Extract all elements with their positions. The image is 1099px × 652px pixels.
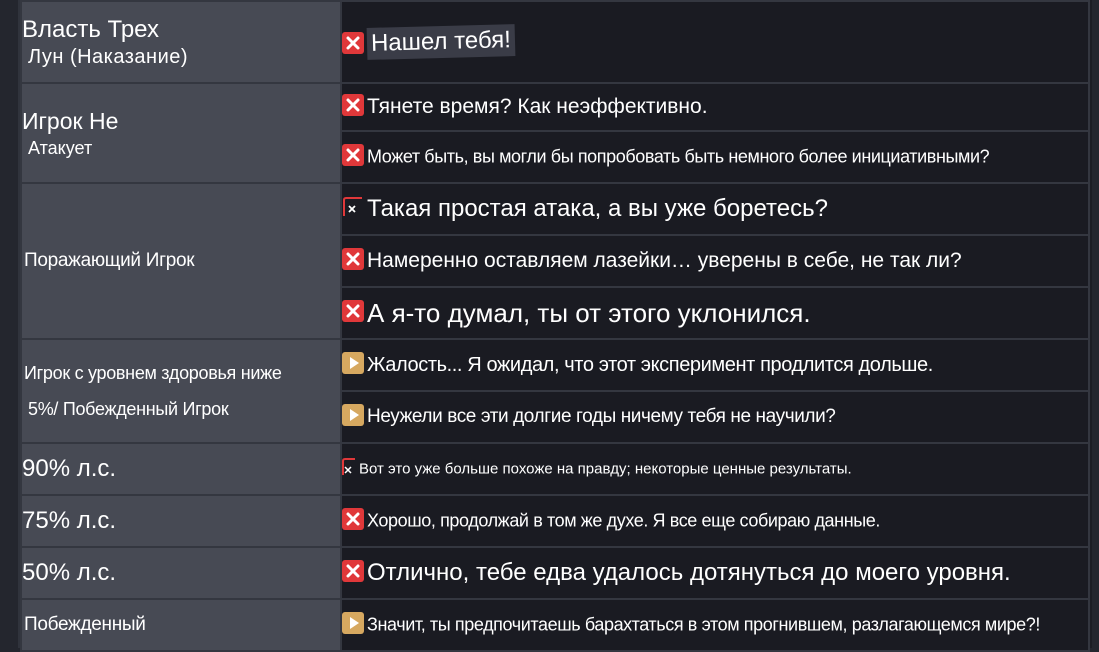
- play-icon: [343, 352, 364, 374]
- row-label: Власть Трех Лун (Наказание): [20, 0, 342, 84]
- row-label: Поражающий Игрок: [20, 182, 342, 340]
- table-row: 50% л.с. Отлично, тебе едва удалось дотя…: [20, 546, 1090, 600]
- voice-line-text: А я-то думал, ты от этого уклонился.: [367, 297, 811, 328]
- voice-line-text: Значит, ты предпочитаешь барахтаться в э…: [367, 614, 1040, 635]
- row-label: Игрок с уровнем здоровья ниже 5%/ Побежд…: [20, 338, 342, 444]
- row-label-text: 5%/ Побежденный Игрок: [28, 399, 229, 419]
- table-row: Побежденный Значит, ты предпочитаешь бар…: [20, 598, 1090, 652]
- voice-line: Отлично, тебе едва удалось дотянуться до…: [340, 546, 1090, 600]
- voice-line-text: Хорошо, продолжай в том же духе. Я все е…: [367, 510, 880, 531]
- voice-line: Вот это уже больше похоже на правду; нек…: [340, 442, 1090, 496]
- broken-image-icon: [343, 196, 364, 218]
- voice-line-text: Тянете время? Как неэффективно.: [367, 95, 708, 118]
- voice-line: Может быть, вы могли бы попробовать быть…: [340, 130, 1090, 184]
- voice-line: Значит, ты предпочитаешь барахтаться в э…: [340, 598, 1090, 652]
- voice-lines-table: Власть Трех Лун (Наказание) Нашел тебя! …: [20, 0, 1090, 652]
- red-x-icon: [343, 144, 364, 166]
- table-row: 90% л.с. Вот это уже больше похоже на пр…: [20, 442, 1090, 496]
- row-label-text: Атакует: [28, 138, 93, 158]
- voice-line: Хорошо, продолжай в том же духе. Я все е…: [340, 494, 1090, 548]
- red-x-icon: [343, 508, 364, 530]
- row-label-text: Игрок с уровнем здоровья ниже: [24, 363, 282, 383]
- voice-line: Тянете время? Как неэффективно.: [340, 82, 1090, 132]
- voice-line-text: Жалость... Я ожидал, что этот эксперимен…: [367, 353, 933, 376]
- table-row: Игрок Не Атакует Тянете время? Как неэфф…: [20, 82, 1090, 184]
- row-label: 50% л.с.: [20, 546, 342, 600]
- row-label-text: 50% л.с.: [22, 559, 117, 586]
- table-row: 75% л.с. Хорошо, продолжай в том же духе…: [20, 494, 1090, 548]
- row-label-text: Лун (Наказание): [28, 46, 189, 68]
- voice-line: Намеренно оставляем лазейки… уверены в с…: [340, 234, 1090, 288]
- table-row: Власть Трех Лун (Наказание) Нашел тебя!: [20, 0, 1090, 84]
- voice-line-text: Может быть, вы могли бы попробовать быть…: [367, 146, 990, 167]
- voice-line: Нашел тебя!: [340, 0, 1090, 84]
- red-x-icon: [343, 248, 364, 270]
- row-label-text: 75% л.с.: [22, 507, 117, 534]
- voice-line: А я-то думал, ты от этого уклонился.: [340, 286, 1090, 340]
- voice-line-text: Такая простая атака, а вы уже боретесь?: [367, 195, 828, 222]
- play-icon: [343, 404, 364, 426]
- red-x-icon: [343, 300, 364, 322]
- row-label: Побежденный: [20, 598, 342, 652]
- red-x-icon: [343, 31, 364, 54]
- voice-line-text: Неужели все эти долгие годы ничему тебя …: [367, 406, 836, 427]
- row-label: 75% л.с.: [20, 494, 342, 548]
- row-label-text: Власть Трех: [22, 16, 160, 43]
- red-x-icon: [343, 560, 364, 582]
- table-row: Игрок с уровнем здоровья ниже 5%/ Побежд…: [20, 338, 1090, 444]
- voice-line-text: Нашел тебя!: [366, 24, 516, 60]
- broken-image-icon: [343, 457, 356, 476]
- voice-line: Такая простая атака, а вы уже боретесь?: [340, 182, 1090, 236]
- voice-line: Неужели все эти долгие годы ничему тебя …: [340, 390, 1090, 444]
- row-label: 90% л.с.: [20, 442, 342, 496]
- play-icon: [343, 612, 364, 634]
- row-label-text: 90% л.с.: [22, 455, 117, 482]
- table-row: Поражающий Игрок Такая простая атака, а …: [20, 182, 1090, 340]
- row-label-text: Поражающий Игрок: [24, 250, 195, 271]
- voice-line-text: Отлично, тебе едва удалось дотянуться до…: [367, 559, 1011, 586]
- row-label: Игрок Не Атакует: [20, 82, 342, 184]
- row-label-text: Побежденный: [24, 614, 146, 635]
- voice-line-text: Вот это уже больше похоже на правду; нек…: [359, 460, 852, 478]
- row-label-text: Игрок Не: [22, 108, 119, 134]
- voice-line-text: Намеренно оставляем лазейки… уверены в с…: [367, 249, 962, 272]
- red-x-icon: [343, 94, 364, 116]
- voice-line: Жалость... Я ожидал, что этот эксперимен…: [340, 338, 1090, 392]
